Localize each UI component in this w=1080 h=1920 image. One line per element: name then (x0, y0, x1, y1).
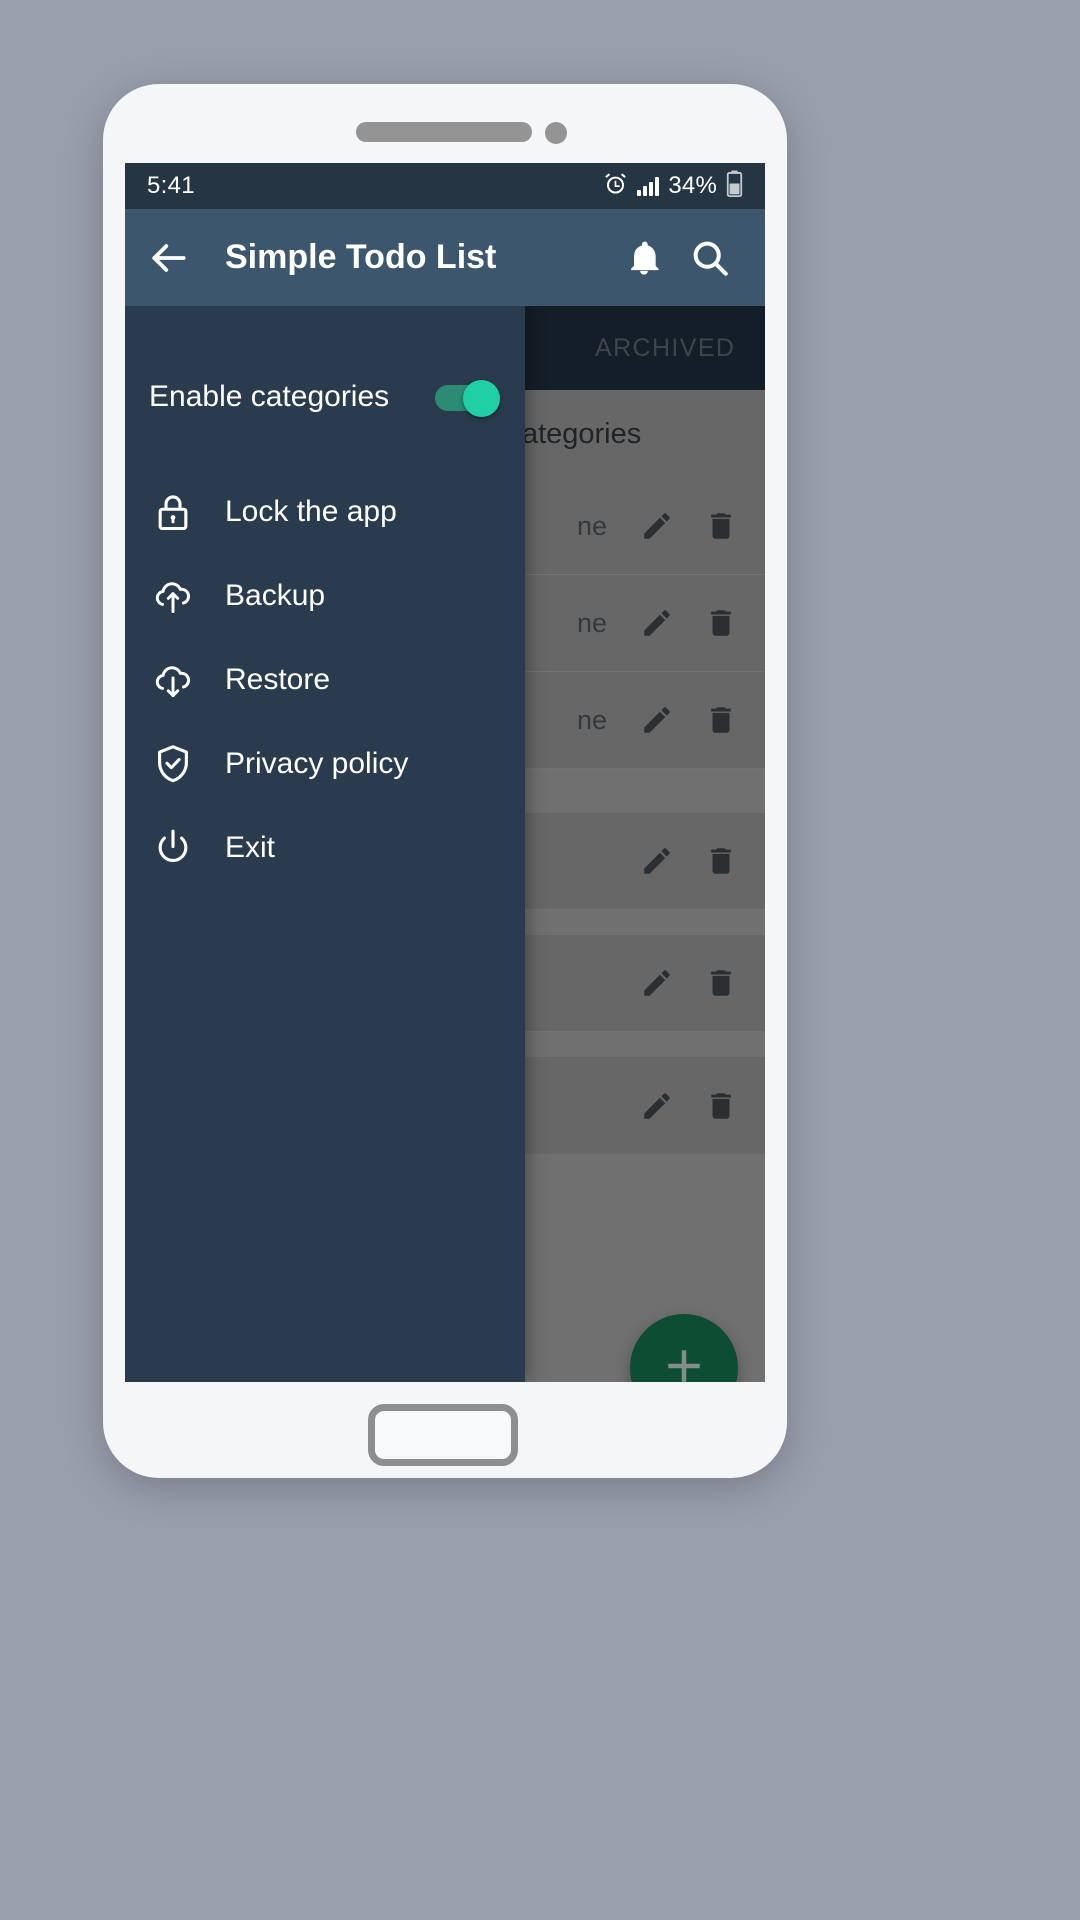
status-time: 5:41 (147, 172, 195, 199)
back-arrow-icon[interactable] (147, 236, 199, 280)
drawer-item-lock-the-app[interactable]: Lock the app (125, 476, 525, 548)
trash-icon[interactable] (704, 509, 738, 543)
drawer-item-exit[interactable]: Exit (125, 812, 525, 884)
pencil-icon[interactable] (640, 703, 674, 737)
trash-icon[interactable] (704, 844, 738, 878)
drawer-item-label: Backup (225, 579, 326, 612)
search-icon[interactable] (677, 237, 743, 279)
phone-frame: TED ARCHIVED Categories (103, 84, 787, 1478)
drawer-item-label: Exit (225, 831, 276, 864)
speaker-grille (356, 122, 532, 142)
drawer-item-label: Lock the app (225, 495, 397, 528)
phone-screen: TED ARCHIVED Categories (125, 163, 765, 1382)
trash-icon[interactable] (704, 966, 738, 1000)
page-title: Simple Todo List (225, 238, 497, 276)
cloud-download-icon (151, 658, 207, 702)
add-button[interactable] (630, 1314, 738, 1382)
screenshot-root: TED ARCHIVED Categories (0, 0, 1080, 1920)
battery-percent: 34% (668, 172, 717, 199)
trash-icon[interactable] (704, 1089, 738, 1123)
drawer-item-privacy-policy[interactable]: Privacy policy (125, 728, 525, 800)
alarm-clock-icon (603, 171, 628, 201)
pencil-icon[interactable] (640, 509, 674, 543)
pencil-icon[interactable] (640, 844, 674, 878)
enable-categories-label: Enable categories (149, 380, 390, 413)
trash-icon[interactable] (704, 606, 738, 640)
enable-categories-toggle[interactable] (435, 380, 501, 417)
signal-bars-icon (637, 176, 660, 196)
drawer-item-backup[interactable]: Backup (125, 560, 525, 632)
pencil-icon[interactable] (640, 966, 674, 1000)
drawer-item-label: Privacy policy (225, 747, 409, 780)
row-text: ne (577, 607, 608, 638)
toggle-thumb (463, 380, 500, 417)
enable-categories-row[interactable]: Enable categories (125, 353, 525, 441)
bell-icon[interactable] (611, 238, 677, 278)
row-text: ne (577, 704, 608, 735)
pencil-icon[interactable] (640, 606, 674, 640)
front-camera-icon (545, 122, 567, 144)
drawer-item-restore[interactable]: Restore (125, 644, 525, 716)
plus-icon (657, 1339, 711, 1383)
shield-check-icon (151, 742, 207, 786)
trash-icon[interactable] (704, 703, 738, 737)
pencil-icon[interactable] (640, 1089, 674, 1123)
navigation-drawer: Enable categories Lock the app Backup Re… (125, 306, 525, 1382)
status-bar: 5:41 34% (125, 163, 765, 209)
power-icon (151, 826, 207, 870)
lock-icon (151, 490, 207, 534)
home-button[interactable] (368, 1404, 518, 1466)
app-bar: Simple Todo List (125, 209, 765, 306)
cloud-upload-icon (151, 574, 207, 618)
status-indicators: 34% (603, 170, 743, 202)
battery-icon (726, 170, 743, 202)
tab-archived[interactable]: ARCHIVED (595, 334, 735, 363)
drawer-item-label: Restore (225, 663, 331, 696)
row-text: ne (577, 510, 608, 541)
